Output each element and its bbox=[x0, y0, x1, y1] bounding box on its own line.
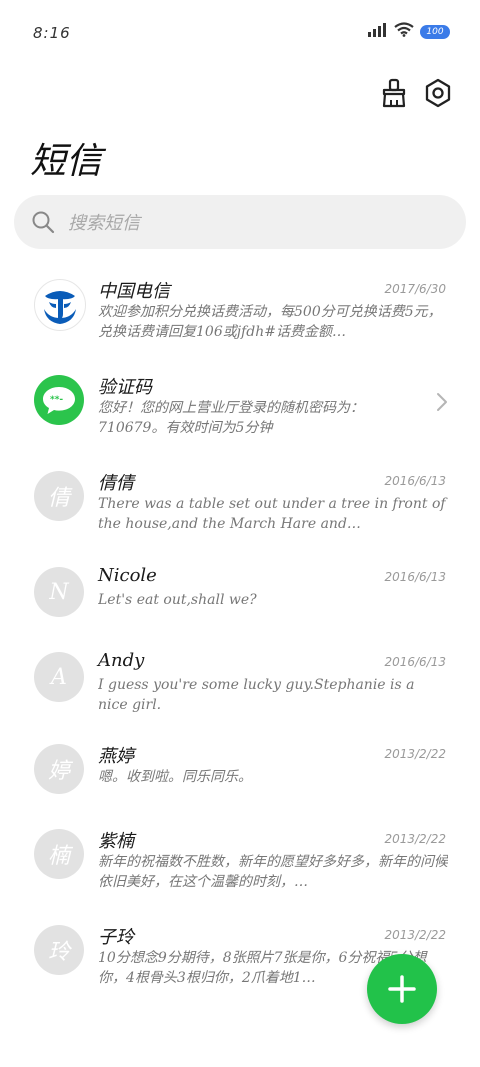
chevron-right-icon bbox=[436, 392, 448, 416]
plus-icon bbox=[388, 975, 416, 1003]
avatar: A bbox=[34, 652, 84, 702]
message-preview: 新年的祝福数不胜数，新年的愿望好多好多，新年的问候依旧美好，在这个温馨的时刻，… bbox=[98, 854, 448, 890]
status-icons: 100 bbox=[368, 22, 450, 41]
search-input[interactable] bbox=[66, 195, 450, 251]
avatar: 婷 bbox=[34, 744, 84, 794]
message-date: 2016/6/13 bbox=[384, 655, 446, 669]
page-title: 短信 bbox=[30, 141, 103, 182]
list-item[interactable]: A Andy 2016/6/13 I guess you're some luc… bbox=[0, 635, 480, 727]
gear-icon[interactable] bbox=[421, 76, 455, 110]
wifi-icon bbox=[394, 22, 414, 41]
contact-name: 子玲 bbox=[98, 927, 134, 948]
message-preview: 欢迎参加积分兑换话费活动，每500分可兑换话费5元，兑换话费请回复106或jfd… bbox=[98, 304, 442, 340]
message-date: 2016/6/13 bbox=[384, 570, 446, 584]
avatar: 玲 bbox=[34, 925, 84, 975]
message-preview: There was a table set out under a tree i… bbox=[98, 496, 446, 532]
search-icon bbox=[31, 210, 55, 238]
avatar: 楠 bbox=[34, 829, 84, 879]
verification-code-icon: **- bbox=[34, 375, 84, 425]
message-list: 中国电信 2017/6/30 欢迎参加积分兑换话费活动，每500分可兑换话费5元… bbox=[0, 262, 480, 1004]
search-bar[interactable] bbox=[14, 195, 466, 251]
message-preview: I guess you're some lucky guy.Stephanie … bbox=[98, 677, 415, 713]
broom-icon[interactable] bbox=[377, 76, 411, 110]
contact-name: 倩倩 bbox=[98, 473, 134, 494]
message-preview: 嗯。收到啦。同乐同乐。 bbox=[98, 769, 252, 785]
new-message-button[interactable] bbox=[367, 954, 437, 1024]
message-date: 2013/2/22 bbox=[384, 832, 446, 846]
list-item[interactable]: 中国电信 2017/6/30 欢迎参加积分兑换话费活动，每500分可兑换话费5元… bbox=[0, 262, 480, 358]
message-date: 2017/6/30 bbox=[384, 282, 446, 296]
message-preview: 您好！您的网上营业厅登录的随机密码为：710679。有效时间为5分钟 bbox=[98, 400, 364, 436]
avatar: 倩 bbox=[34, 471, 84, 521]
avatar: N bbox=[34, 567, 84, 617]
list-item[interactable]: 婷 燕婷 2013/2/22 嗯。收到啦。同乐同乐。 bbox=[0, 727, 480, 812]
contact-name: 中国电信 bbox=[98, 281, 170, 302]
svg-text:**-: **- bbox=[50, 395, 63, 405]
message-date: 2013/2/22 bbox=[384, 747, 446, 761]
china-telecom-logo bbox=[34, 279, 86, 331]
contact-name: 紫楠 bbox=[98, 831, 134, 852]
list-item[interactable]: **- 验证码 您好！您的网上营业厅登录的随机密码为：710679。有效时间为5… bbox=[0, 358, 480, 454]
contact-name: Andy bbox=[98, 650, 145, 671]
list-item[interactable]: 倩 倩倩 2016/6/13 There was a table set out… bbox=[0, 454, 480, 550]
signal-icon bbox=[368, 22, 388, 41]
contact-name: 验证码 bbox=[98, 377, 152, 398]
status-time: 8:16 bbox=[33, 24, 71, 42]
message-date: 2016/6/13 bbox=[384, 474, 446, 488]
battery-icon: 100 bbox=[420, 24, 450, 39]
status-bar: 8:16 100 bbox=[0, 0, 480, 66]
list-item[interactable]: 楠 紫楠 2013/2/22 新年的祝福数不胜数，新年的愿望好多好多，新年的问候… bbox=[0, 812, 480, 908]
message-preview: Let's eat out,shall we? bbox=[98, 592, 257, 608]
message-date: 2013/2/22 bbox=[384, 928, 446, 942]
contact-name: 燕婷 bbox=[98, 746, 134, 767]
list-item[interactable]: N Nicole 2016/6/13 Let's eat out,shall w… bbox=[0, 550, 480, 635]
contact-name: Nicole bbox=[98, 565, 157, 586]
